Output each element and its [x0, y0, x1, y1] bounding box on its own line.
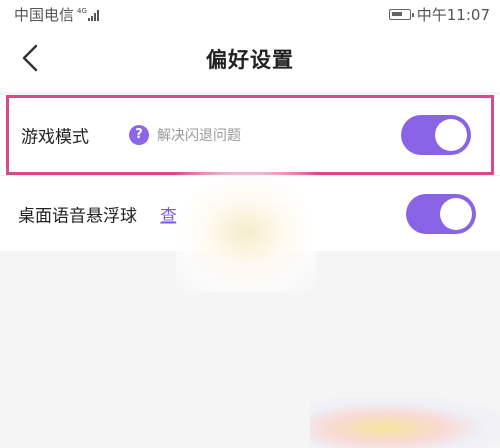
status-time: 中午11:07 — [416, 6, 490, 24]
network-type: 4G — [77, 7, 87, 15]
signal-icon — [87, 9, 99, 21]
header: 偏好设置 — [0, 26, 500, 92]
status-right: 中午11:07 — [388, 4, 490, 25]
carrier-info: 中国电信 4G — [14, 4, 99, 25]
view-link[interactable]: 查 — [160, 201, 177, 226]
floating-voice-ball-toggle[interactable] — [406, 193, 476, 234]
status-bar: 中国电信 4G 中午11:07 — [0, 0, 500, 26]
setting-row-floating-voice-ball: 桌面语音悬浮球 查 — [0, 175, 500, 251]
game-mode-label: 游戏模式 — [21, 127, 89, 148]
setting-row-game-mode: 游戏模式 ? 解决闪退问题 — [6, 95, 494, 175]
carrier-name: 中国电信 — [14, 6, 75, 24]
page-title: 偏好设置 — [206, 48, 294, 72]
question-icon[interactable]: ? — [129, 125, 149, 145]
battery-icon — [388, 9, 414, 20]
help-text[interactable]: 解决闪退问题 — [157, 125, 241, 145]
game-mode-toggle[interactable] — [401, 115, 471, 155]
settings-list: 游戏模式 ? 解决闪退问题 桌面语音悬浮球 查 — [0, 95, 500, 251]
toggle-knob — [435, 119, 467, 151]
toggle-knob — [440, 197, 472, 230]
floating-voice-ball-label: 桌面语音悬浮球 — [18, 206, 137, 226]
corner-watermark-blur — [310, 398, 500, 448]
